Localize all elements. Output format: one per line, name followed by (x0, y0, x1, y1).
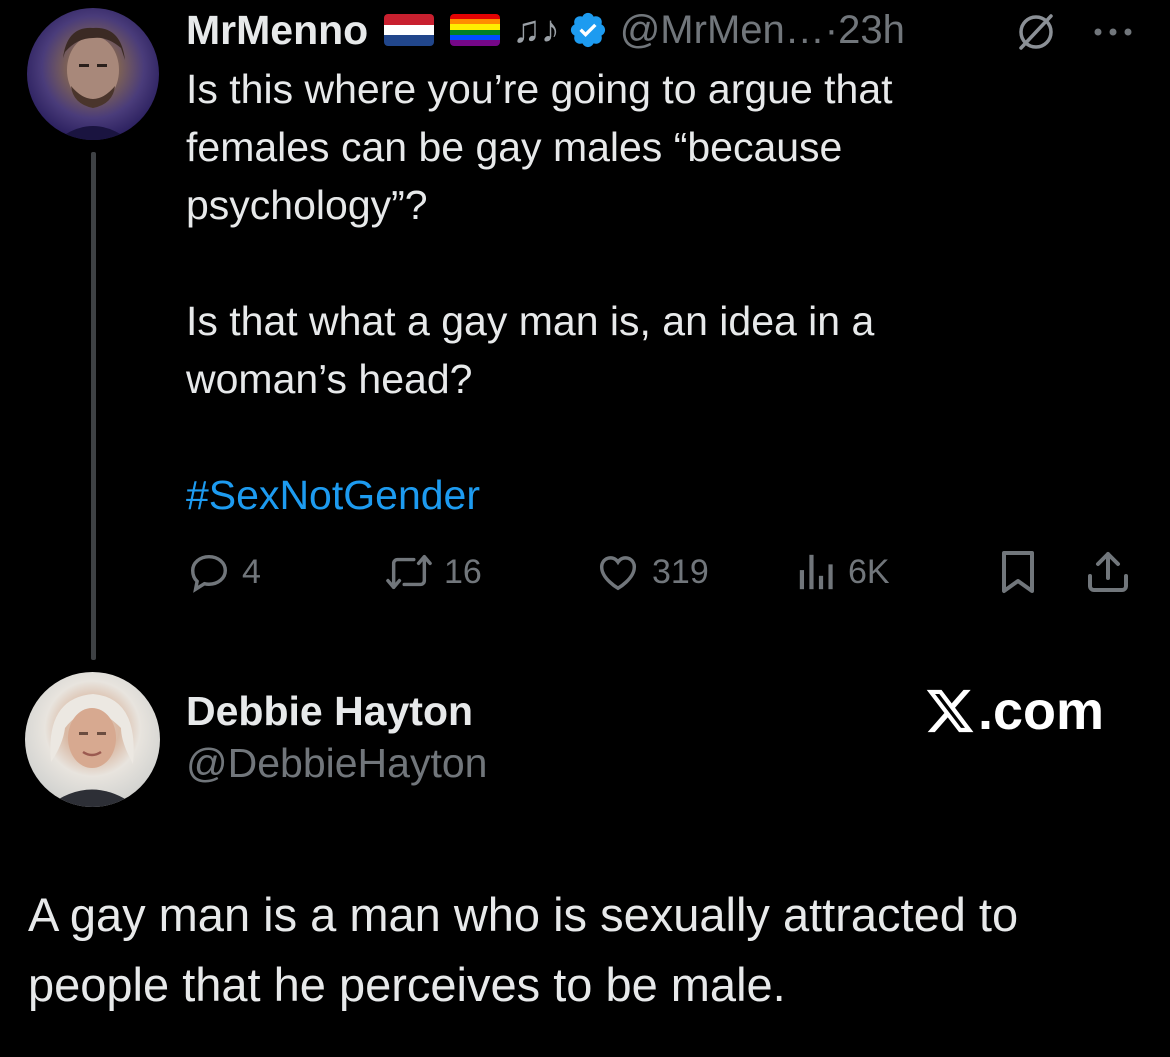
more-options-icon[interactable] (1086, 12, 1140, 52)
views-chart-icon (799, 554, 833, 590)
share-button[interactable] (1084, 548, 1132, 596)
author-display-name[interactable]: MrMenno (186, 7, 368, 54)
reply-author-display-name[interactable]: Debbie Hayton (186, 688, 473, 735)
netherlands-flag-icon (384, 14, 435, 46)
avatar-debbie-hayton[interactable] (25, 672, 160, 807)
like-button[interactable]: 319 (594, 548, 709, 596)
share-icon (1088, 552, 1128, 592)
tweet-text-line: females can be gay males “because (186, 124, 843, 170)
tweet-text-line: Is that what a gay man is, an idea in a (186, 298, 875, 344)
tweet-header: MrMenno ♫♪ @MrMen…·23h (186, 2, 905, 58)
hashtag-link[interactable]: #SexNotGender (186, 466, 1006, 524)
tweet-body: Is this where you’re going to argue that… (186, 60, 1006, 524)
x-logo-icon (926, 689, 974, 733)
verified-badge-icon[interactable] (568, 10, 608, 50)
reply-button[interactable]: 4 (186, 548, 261, 596)
heart-icon (599, 556, 637, 591)
thread-connector-line (91, 152, 96, 660)
reply-text-line: A gay man is a man who is sexually attra… (28, 888, 1019, 941)
repost-count: 16 (444, 552, 482, 591)
repost-button[interactable]: 16 (384, 548, 482, 596)
views-count: 6K (848, 552, 890, 591)
reply-count: 4 (242, 552, 261, 591)
tweet-text-line: Is this where you’re going to argue that (186, 66, 893, 112)
avatar-portrait (57, 27, 129, 140)
bookmark-icon (1002, 551, 1034, 593)
reply-text-line: people that he perceives to be male. (28, 958, 786, 1011)
avatar-portrait (47, 694, 137, 807)
repost-icon (386, 554, 432, 590)
views-button[interactable]: 6K (796, 548, 890, 596)
brand-domain-text: .com (978, 681, 1105, 741)
x-com-watermark: .com (924, 680, 1104, 742)
reply-author-handle[interactable]: @DebbieHayton (186, 740, 487, 787)
reply-icon (190, 554, 228, 593)
rainbow-flag-icon (450, 14, 501, 46)
reply-tweet-body: A gay man is a man who is sexually attra… (28, 880, 1148, 1020)
author-handle-and-time[interactable]: @MrMen…·23h (620, 8, 905, 53)
tweet-text-line: psychology”? (186, 182, 428, 228)
bookmark-button[interactable] (996, 548, 1040, 596)
grok-icon[interactable] (1014, 10, 1058, 54)
tweet-text-line: woman’s head? (186, 356, 473, 402)
like-count: 319 (652, 552, 709, 591)
music-notes-icon: ♫♪ (512, 9, 560, 51)
avatar-mrmenno[interactable] (27, 8, 159, 140)
